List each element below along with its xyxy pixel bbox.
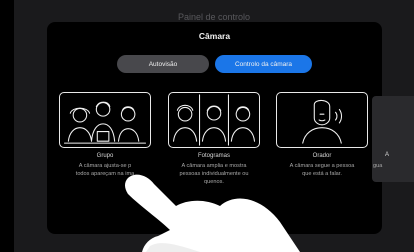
card-description: A câmara segue a pessoa que está a falar…	[289, 163, 355, 177]
group-illustration	[59, 92, 151, 148]
card-title: Grupo	[96, 153, 114, 159]
camera-mode-card-group[interactable]: Grupo A câmara ajusta-se p todos apareça…	[59, 92, 151, 178]
card-title: Fotogramas	[197, 153, 230, 159]
dialog-title: Câmara	[198, 31, 231, 41]
frames-icon	[172, 94, 256, 146]
tab-bar: Autovisão Controlo da câmara	[47, 55, 382, 73]
control-panel-title: Painel de controlo	[177, 12, 251, 22]
card-description: A câmara amplia e mostra pessoas individ…	[179, 163, 249, 185]
frames-illustration	[168, 92, 260, 148]
camera-mode-card-speaker[interactable]: Orador A câmara segue a pessoa que está …	[276, 92, 368, 178]
speaker-icon	[302, 99, 343, 144]
speaker-illustration	[276, 92, 368, 148]
card-description: A câmara ajusta-se p todos apareçam na i…	[75, 163, 135, 177]
camera-mode-card-partial[interactable]: A gua	[372, 96, 414, 182]
card-description: gua	[373, 163, 383, 169]
card-title: Orador	[312, 153, 332, 159]
tab-camera-control[interactable]: Controlo da câmara	[215, 55, 312, 73]
screen: Painel de controlo Câmara Autovisão Cont…	[14, 0, 414, 252]
camera-mode-card-frames[interactable]: Fotogramas A câmara amplia e mostra pess…	[168, 92, 260, 186]
card-title: A	[385, 152, 390, 158]
tab-autovisao[interactable]: Autovisão	[117, 55, 209, 73]
group-icon	[63, 101, 147, 144]
